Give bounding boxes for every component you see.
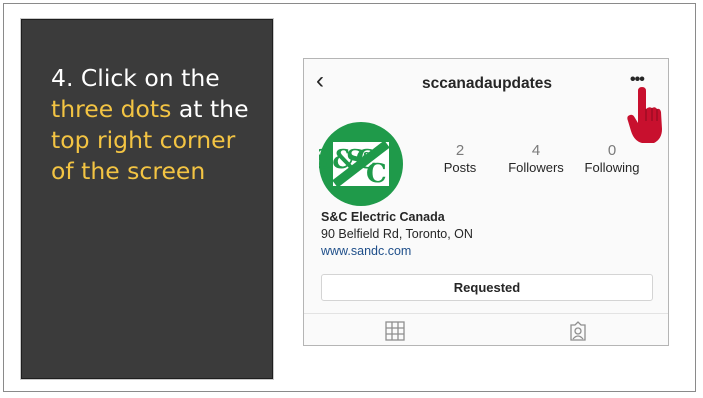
pointing-hand-icon [627,87,662,143]
stat-posts[interactable]: 2 Posts [438,143,482,177]
stat-value: 0 [607,142,617,159]
profile-name: S&C Electric Canada [321,210,445,224]
profile-bio: S&C Electric Canada 90 Belfield Rd, Toro… [321,209,473,260]
instruction-text: 4. Click on the three dots at the top ri… [51,63,265,187]
instruction-middle: at the [171,95,249,123]
profile-username: sccanadaupdates [421,75,553,92]
stat-value: 2 [455,142,465,159]
grid-icon[interactable] [385,321,405,341]
requested-button[interactable]: Requested [321,274,653,301]
stat-label: Followers [508,160,564,175]
stat-followers[interactable]: 4 Followers [504,143,568,177]
stat-label: Following [584,160,640,175]
instruction-highlight-location: top right corner of the screen [51,126,236,185]
instruction-highlight-three-dots: three dots [51,95,172,123]
instruction-prefix: 4. Click on the [51,64,220,92]
stat-label: Posts [443,160,477,175]
profile-screenshot: ‹ sccanadaupdates ••• S&C S & C 2 Posts … [303,58,669,346]
svg-text:C: C [366,159,387,189]
stat-following[interactable]: 0 Following [580,143,644,177]
profile-address: 90 Belfield Rd, Toronto, ON [321,227,473,241]
divider [304,313,668,314]
stat-value: 4 [531,142,541,159]
tagged-icon[interactable] [568,321,588,341]
slide: 4. Click on the three dots at the top ri… [3,3,696,392]
profile-website-link[interactable]: www.sandc.com [321,243,473,260]
avatar: S&C S & C [319,122,403,206]
instruction-panel: 4. Click on the three dots at the top ri… [20,18,274,380]
